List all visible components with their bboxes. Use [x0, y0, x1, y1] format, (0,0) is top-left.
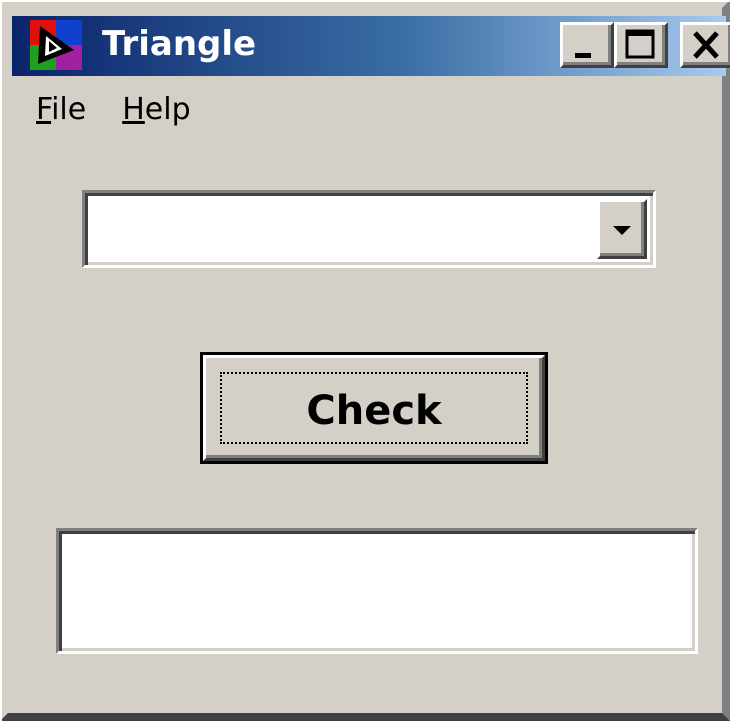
- menu-file[interactable]: File: [36, 88, 86, 132]
- minimize-icon: [575, 53, 591, 58]
- title-bar[interactable]: Triangle: [12, 16, 730, 76]
- menu-help[interactable]: Help: [122, 88, 190, 132]
- maximize-icon: [625, 29, 655, 59]
- close-button[interactable]: [680, 22, 730, 68]
- menu-help-label: elp: [144, 92, 191, 127]
- combo-dropdown-button[interactable]: [597, 199, 647, 259]
- menu-help-mnemonic: H: [122, 92, 145, 127]
- menu-file-label: ile: [51, 92, 87, 127]
- menu-file-mnemonic: F: [36, 92, 52, 127]
- maximize-button[interactable]: [614, 22, 668, 68]
- close-icon: [693, 31, 719, 59]
- check-button-face: Check: [203, 355, 545, 461]
- minimize-button[interactable]: [560, 22, 614, 68]
- window-title: Triangle: [102, 24, 257, 64]
- check-button-label: Check: [306, 388, 442, 434]
- check-button[interactable]: Check: [200, 352, 548, 464]
- menu-bar: File Help: [36, 88, 191, 132]
- dropdown-arrow-icon: [613, 226, 631, 235]
- result-output-box[interactable]: [56, 528, 698, 654]
- triangle-app-icon: [30, 20, 82, 70]
- triangle-type-combo[interactable]: [82, 190, 656, 268]
